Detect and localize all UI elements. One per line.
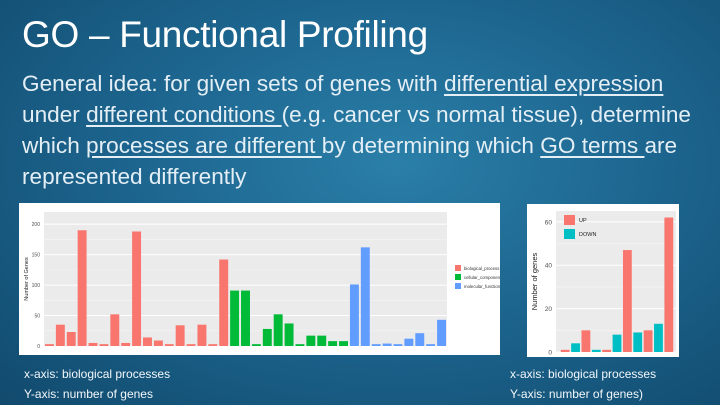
bar-down bbox=[612, 334, 622, 352]
bar bbox=[317, 335, 327, 346]
bar-down bbox=[591, 349, 601, 352]
caption-left-x-axis: x-axis: biological processes bbox=[24, 367, 171, 381]
bar bbox=[251, 344, 261, 346]
bar-up bbox=[622, 250, 632, 352]
legend-label: molecular_function bbox=[464, 284, 500, 289]
bar bbox=[273, 314, 283, 346]
underlined-term: GO terms bbox=[540, 133, 645, 158]
y-tick-label: 20 bbox=[545, 306, 553, 313]
bar-up bbox=[664, 217, 674, 352]
bar-down bbox=[633, 332, 643, 352]
legend-swatch bbox=[455, 283, 461, 289]
y-tick-label: 100 bbox=[32, 283, 41, 289]
caption-right: x-axis: biological processes Y-axis: num… bbox=[510, 364, 656, 404]
legend-swatch bbox=[455, 265, 461, 271]
legend-swatch bbox=[455, 274, 461, 280]
bar bbox=[55, 324, 65, 346]
y-tick-label: 200 bbox=[32, 222, 41, 228]
go-category-bar-chart: 0 50 100 150 200 Number of Genes biological_pr… bbox=[19, 203, 500, 355]
bar bbox=[186, 344, 196, 346]
body-text-segment: under bbox=[22, 102, 87, 127]
bar bbox=[153, 340, 163, 346]
y-tick-label: 150 bbox=[32, 253, 41, 259]
bar bbox=[197, 324, 207, 346]
bar bbox=[349, 284, 359, 346]
bar bbox=[219, 259, 229, 346]
bar bbox=[415, 333, 425, 346]
legend-swatch bbox=[564, 229, 575, 239]
y-tick-label: 0 bbox=[548, 350, 552, 357]
bar bbox=[99, 344, 109, 346]
bar bbox=[88, 342, 98, 346]
bar bbox=[284, 323, 294, 346]
bar bbox=[110, 314, 120, 346]
bar bbox=[241, 290, 250, 346]
y-tick-label: 0 bbox=[37, 344, 40, 350]
bar-up bbox=[643, 330, 653, 352]
y-axis-label: Number of genes bbox=[530, 252, 539, 310]
caption-left: x-axis: biological processes Y-axis: num… bbox=[24, 364, 170, 404]
underlined-term: differential expression bbox=[444, 71, 664, 96]
body-text-segment: General idea: for given sets of genes wi… bbox=[22, 71, 444, 96]
bar bbox=[306, 335, 316, 346]
legend-swatch bbox=[564, 215, 575, 225]
bar-up bbox=[581, 330, 591, 352]
bar bbox=[143, 337, 152, 346]
bar bbox=[164, 344, 174, 346]
caption-left-y-axis: Y-axis: number of genes bbox=[24, 387, 153, 401]
bar bbox=[339, 341, 348, 346]
y-tick-label: 40 bbox=[545, 263, 553, 270]
bar bbox=[382, 343, 392, 346]
y-tick-label: 50 bbox=[34, 314, 40, 320]
underlined-term: processes are different bbox=[86, 133, 322, 158]
bar bbox=[44, 344, 54, 346]
bar bbox=[426, 344, 436, 346]
caption-right-x-axis: x-axis: biological processes bbox=[510, 367, 657, 381]
bar-up bbox=[602, 349, 612, 352]
legend-label: biological_process bbox=[464, 266, 499, 271]
up-down-bar-chart: 0 20 40 60 Number of genes UP DOWN bbox=[527, 204, 679, 357]
bar bbox=[132, 231, 142, 346]
bar bbox=[77, 230, 87, 346]
bar bbox=[295, 344, 305, 346]
legend-label: cellular_component bbox=[464, 275, 500, 280]
bar bbox=[393, 344, 403, 346]
bar bbox=[175, 325, 185, 346]
caption-right-y-axis: Y-axis: number of genes) bbox=[510, 387, 643, 401]
bar bbox=[66, 331, 76, 346]
bar bbox=[404, 338, 414, 346]
bar bbox=[121, 342, 131, 346]
bar bbox=[328, 341, 338, 346]
bar bbox=[230, 290, 240, 346]
bar bbox=[371, 344, 381, 346]
bar bbox=[360, 247, 370, 346]
slide-title: GO – Functional Profiling bbox=[22, 14, 428, 55]
bar-up bbox=[560, 349, 570, 352]
legend-label: DOWN bbox=[579, 232, 596, 238]
bar-down bbox=[571, 343, 580, 352]
y-tick-label: 60 bbox=[545, 219, 553, 226]
bar bbox=[208, 344, 218, 346]
go-category-chart-svg: 0 50 100 150 200 Number of Genes biological_pr… bbox=[24, 212, 500, 350]
underlined-term: different conditions bbox=[86, 102, 282, 127]
bar bbox=[437, 319, 447, 346]
body-text-segment: by determining which bbox=[321, 133, 541, 158]
y-axis-label: Number of Genes bbox=[24, 257, 30, 301]
legend-label: UP bbox=[579, 218, 587, 224]
up-down-chart-svg: 0 20 40 60 Number of genes UP DOWN bbox=[530, 211, 676, 357]
bar bbox=[262, 328, 272, 346]
bar-down bbox=[654, 323, 663, 352]
slide-body-text: General idea: for given sets of genes wi… bbox=[22, 68, 702, 192]
